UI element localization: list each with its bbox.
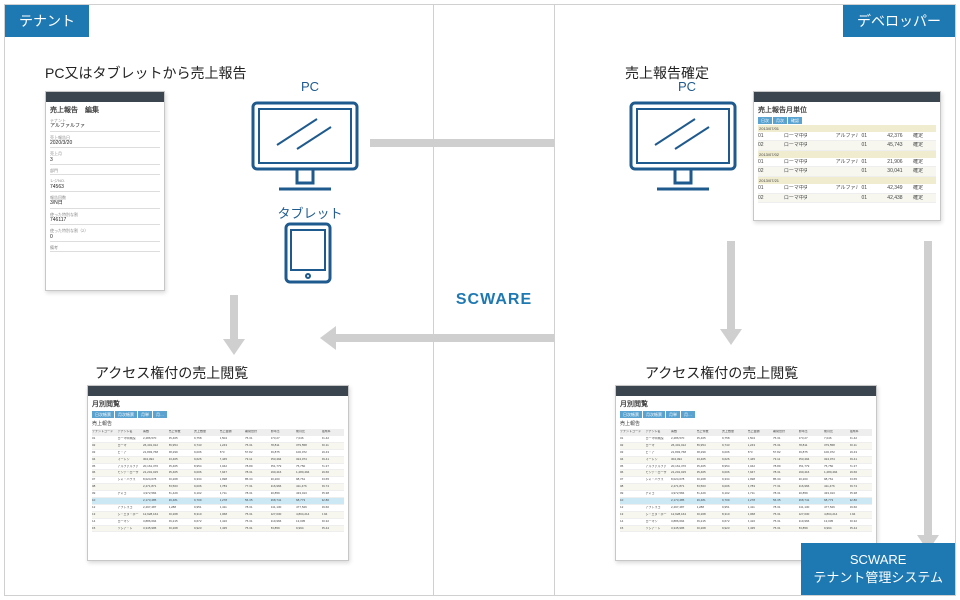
center-column: SCWARE bbox=[434, 4, 554, 596]
table-row: 05アルファルファ20,161,37645,4058,9545,04278.89… bbox=[620, 464, 872, 471]
form-field-value bbox=[50, 173, 160, 175]
left-top-title: PC又はタブレットから売上報告 bbox=[45, 63, 246, 83]
table-row: 02ローマ26,401,01286,9549,7431,24375.3178,8… bbox=[92, 443, 344, 450]
table-row: 07シャ・ハウス8,024,07860,2089,3341,99885.3430… bbox=[620, 477, 872, 484]
label-tablet: タブレット bbox=[275, 203, 345, 222]
table-row: 09チャコ4,972,58481,4299,1024,71178.3130,85… bbox=[92, 491, 344, 498]
thumb-month-title: 売上報告月単位 bbox=[758, 106, 936, 115]
table-row: 13シ・エヌ・ホー12,928,16460,2088,3102,06875.31… bbox=[620, 512, 872, 519]
table-row: 102,173,48539,4819,7092,27856.35368,7416… bbox=[92, 498, 344, 505]
monitor-icon bbox=[245, 97, 365, 197]
table-row: 01ローマ中央館2,486,57045,4059,7582,50475.3127… bbox=[620, 436, 872, 443]
form-field-value bbox=[50, 250, 160, 252]
table-row: 082,471,87183,5639,0065,78377.31316,9664… bbox=[620, 484, 872, 491]
thumb-form: 売上報告 編集 テナントアルファルファ売上報告日2020/3/20売上月3部門レ… bbox=[45, 91, 165, 291]
right-bottom-title: アクセス権付の売上閲覧 bbox=[645, 363, 798, 383]
table-row: 15ソシア・ト3,345,99560,2089,9236,43575.3183,… bbox=[92, 526, 344, 533]
form-field-value: 746117 bbox=[50, 217, 160, 226]
arrow-down-right-1 bbox=[720, 241, 742, 345]
table-row: 01ローマ中央館アルファルファ0142,349確定 bbox=[758, 184, 936, 194]
table-row: 06モンテ・ローザ21,201,01545,4059,0067,94778.31… bbox=[92, 470, 344, 477]
table-row: 15ソシア・ト3,345,99560,2089,9236,43575.3183,… bbox=[620, 526, 872, 533]
table-row: 02ローマ中央館0130,041確定 bbox=[758, 167, 936, 177]
thumb-form-title: 売上報告 編集 bbox=[50, 106, 160, 115]
table-row: 102,173,48539,4819,7092,27856.35368,7416… bbox=[620, 498, 872, 505]
table-row: 01ローマ中央館2,486,57045,4059,7582,50475.3127… bbox=[92, 436, 344, 443]
badge-line2: テナント管理システム bbox=[813, 569, 943, 587]
developer-panel: デベロッパー 売上報告確定 PC 売上報告月単位 日次月次確認 2013/07/… bbox=[554, 4, 956, 596]
table-row: 01ローマ中央館アルファルファ0142,376確定 bbox=[758, 132, 936, 142]
table-row: 02ローマ26,401,01286,9549,7431,24375.3178,8… bbox=[620, 443, 872, 450]
table-row: 04イートン304,49443,4059,6267,44573.11253,49… bbox=[92, 457, 344, 464]
table-row: 13シ・エヌ・ホー12,928,16460,2088,3102,06875.31… bbox=[92, 512, 344, 519]
table-row: 12アフレスコ2,497,4874,2889,9512,41178.31241,… bbox=[620, 505, 872, 512]
thumb-pivot-left: 月別閲覧 日次帳票月次帳票月単月… 売上報告 テナントコードテナント名客数売上件… bbox=[87, 385, 349, 561]
table-row: 14ローマン3,886,69466,2159,6725,41675.31319,… bbox=[92, 519, 344, 526]
table-row: 03ピ・ア21,893,76858,2999,00687357.8259,875… bbox=[620, 450, 872, 457]
badge-line1: SCWARE bbox=[813, 551, 943, 569]
table-row: 04イートン304,49443,4059,6267,44573.11253,49… bbox=[620, 457, 872, 464]
label-pc-left: PC bbox=[290, 79, 330, 94]
form-field-value: 2020/3/20 bbox=[50, 140, 160, 149]
scware-label: SCWARE bbox=[456, 291, 532, 309]
thumb-pivot-title-left: 月別閲覧 bbox=[92, 400, 344, 409]
arrow-down-left bbox=[223, 295, 245, 355]
thumb-pivot-title-right: 月別閲覧 bbox=[620, 400, 872, 409]
table-row: 02ローマ中央館0145,743確定 bbox=[758, 141, 936, 151]
form-field-value: 3 bbox=[50, 157, 160, 166]
scware-badge: SCWARE テナント管理システム bbox=[801, 543, 955, 595]
left-bottom-title: アクセス権付の売上閲覧 bbox=[95, 363, 248, 383]
developer-tag: デベロッパー bbox=[843, 5, 955, 37]
tenant-tag: テナント bbox=[5, 5, 89, 37]
table-row: 05アルファルファ20,161,37645,4058,9545,04278.89… bbox=[92, 464, 344, 471]
table-row: 03ピ・ア21,893,76858,2999,00687357.8259,875… bbox=[92, 450, 344, 457]
arrow-down-right-2 bbox=[917, 241, 939, 551]
form-field-value: 0 bbox=[50, 234, 160, 243]
table-row: 09チャコ4,972,58481,4299,1024,71178.3130,85… bbox=[620, 491, 872, 498]
form-field-value: 74563 bbox=[50, 184, 160, 193]
table-row: 01ローマ中央館アルファルファ0121,906確定 bbox=[758, 158, 936, 168]
thumb-month-table: 売上報告月単位 日次月次確認 2013/07/0101ローマ中央館アルファルファ… bbox=[753, 91, 941, 221]
monitor-icon-right bbox=[623, 97, 743, 197]
label-pc-right: PC bbox=[667, 79, 707, 94]
table-row: 06モンテ・ローザ21,201,01545,4059,0067,94778.31… bbox=[620, 470, 872, 477]
tablet-icon bbox=[283, 221, 333, 285]
thumb-pivot-right: 月別閲覧 日次帳票月次帳票月単月… 売上報告 テナントコードテナント名客数売上件… bbox=[615, 385, 877, 561]
tenant-panel: テナント PC又はタブレットから売上報告 売上報告 編集 テナントアルファルファ… bbox=[4, 4, 434, 596]
form-field-value: アルファルファ bbox=[50, 123, 160, 132]
table-row: 07シャ・ハウス8,024,07860,2089,3341,99885.3430… bbox=[92, 477, 344, 484]
table-row: 02ローマ中央館0142,438確定 bbox=[758, 194, 936, 204]
table-row: 14ローマン3,886,69466,2159,6725,41675.31319,… bbox=[620, 519, 872, 526]
table-row: 082,471,87183,5639,0065,78377.31316,9664… bbox=[92, 484, 344, 491]
table-row: 12アフレスコ2,497,4874,2889,9512,41178.31241,… bbox=[92, 505, 344, 512]
form-field-value: 3/N日 bbox=[50, 200, 160, 209]
